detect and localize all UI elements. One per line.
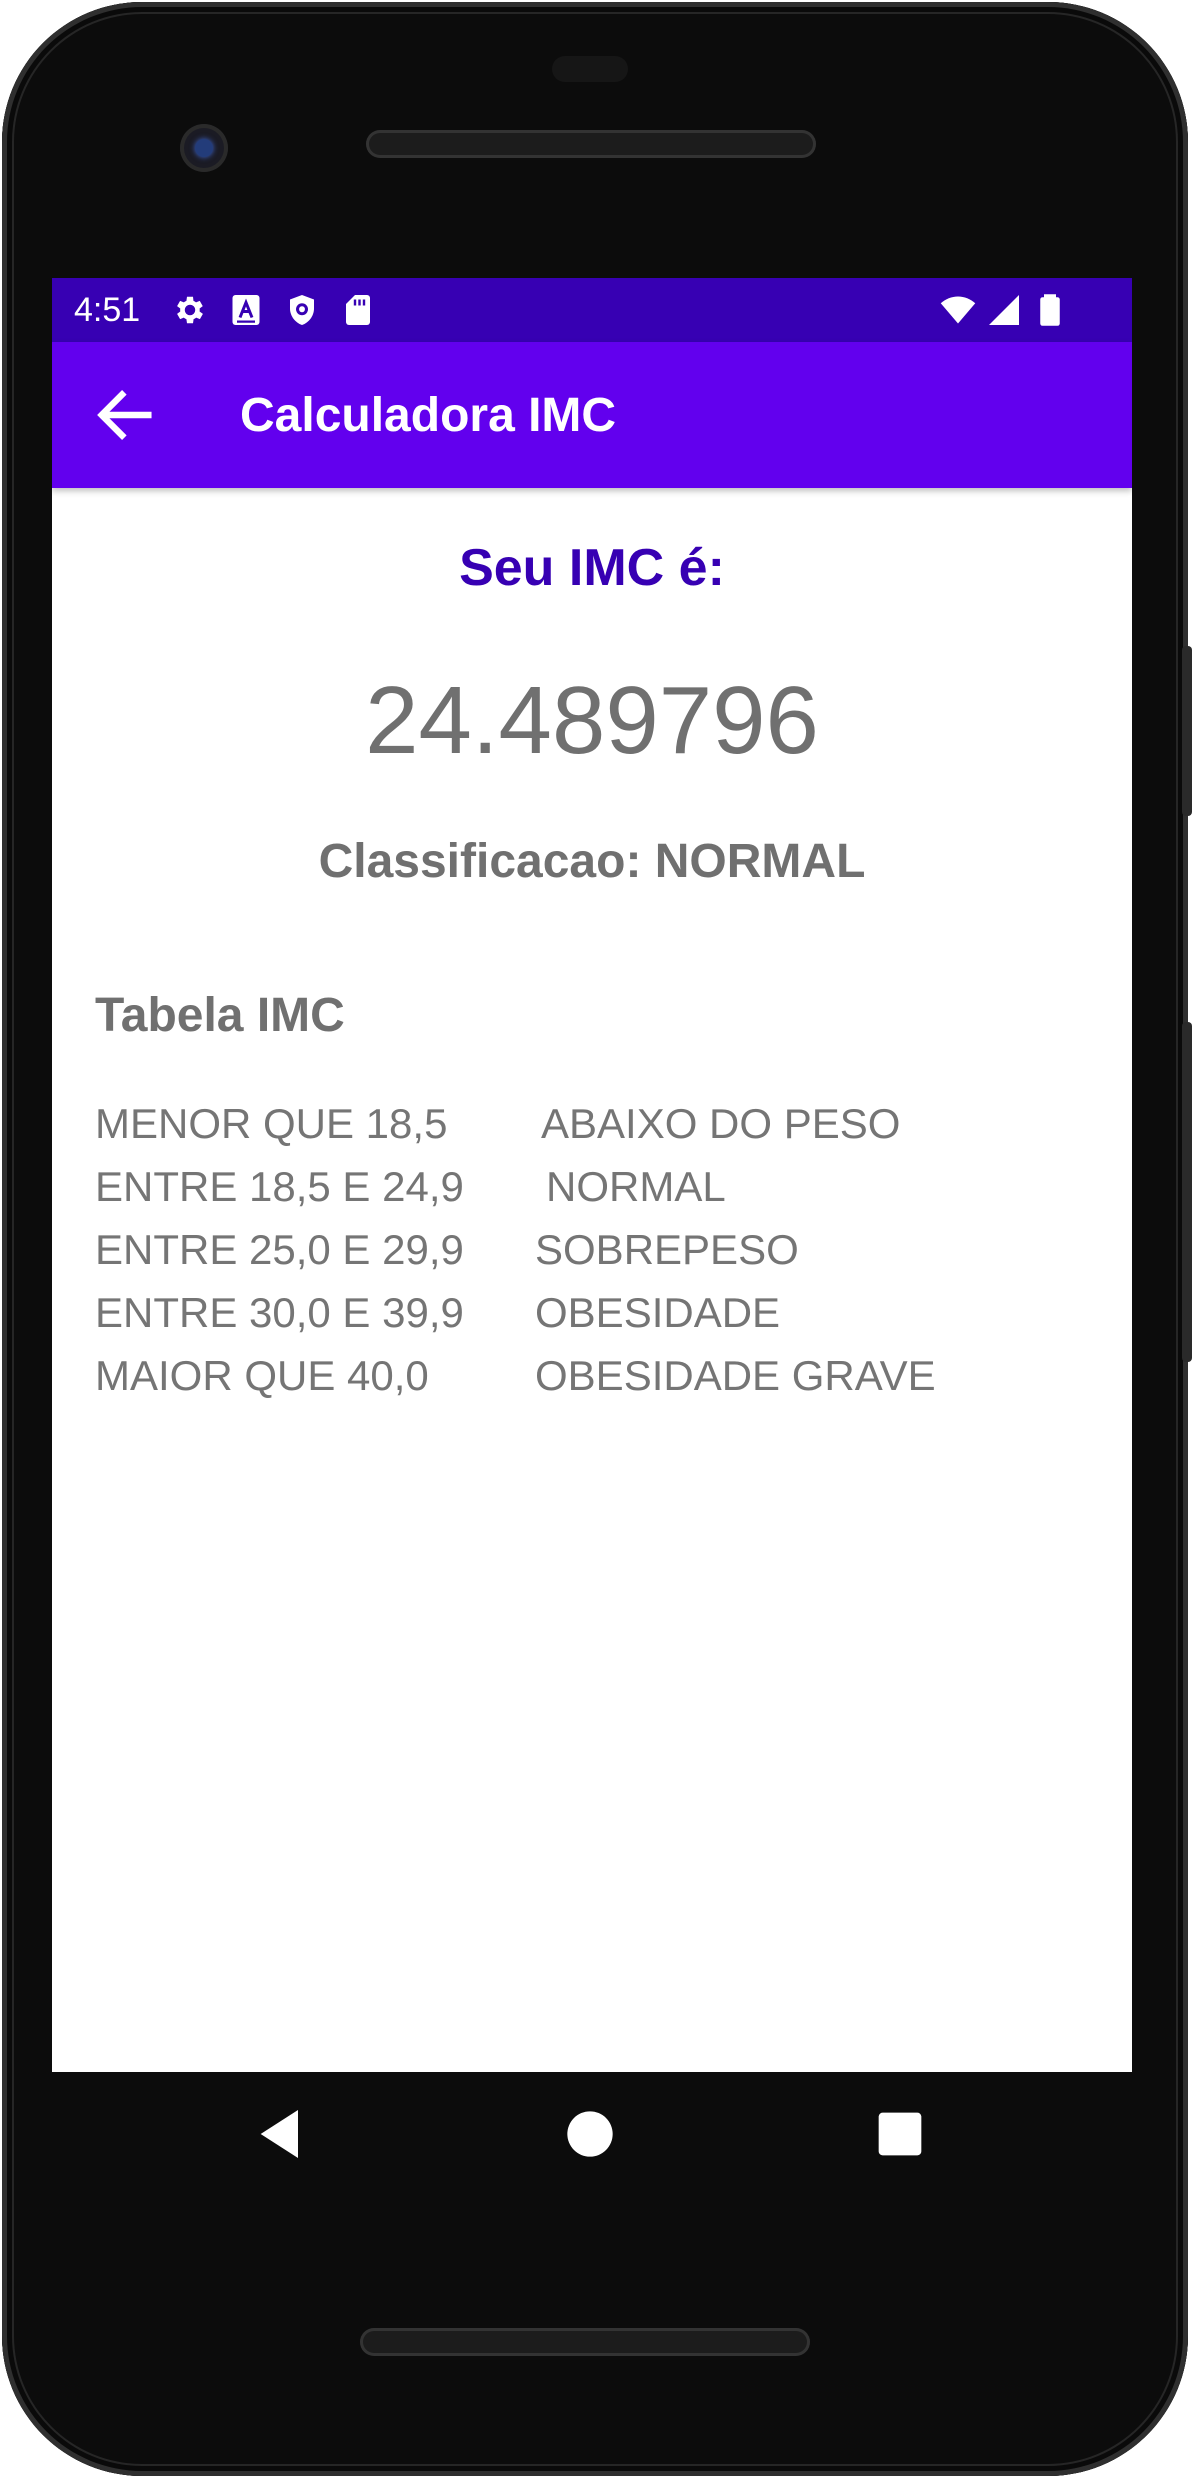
bmi-class: OBESIDADE GRAVE	[535, 1352, 936, 1399]
classification-label: Classificacao: NORMAL	[318, 835, 866, 888]
navigation-bar	[52, 2072, 1132, 2198]
bmi-class: NORMAL	[546, 1163, 726, 1210]
home-circle-icon[interactable]	[558, 2102, 622, 2166]
result-heading: Seu IMC é:	[459, 539, 725, 597]
bmi-range: ENTRE 30,0 E 39,9	[95, 1289, 464, 1336]
table-row: ENTRE 25,0 E 29,9 SOBREPESO	[95, 1226, 1095, 1289]
bmi-table: MENOR QUE 18,5 ABAIXO DO PESO ENTRE 18,5…	[95, 1100, 1095, 1415]
a-text-icon	[232, 295, 260, 325]
power-button	[1182, 646, 1192, 816]
status-time: 4:51	[74, 291, 141, 329]
bottom-speaker	[360, 2328, 810, 2356]
bmi-range: MENOR QUE 18,5	[95, 1100, 448, 1147]
bmi-range: ENTRE 18,5 E 24,9	[95, 1163, 464, 1210]
bmi-value: 24.489796	[365, 667, 819, 774]
screen: 4:51 Calculadora IMC Seu IMC é: 24.48979…	[52, 278, 1132, 2072]
app-bar: Calculadora IMC	[52, 342, 1132, 488]
front-camera	[180, 124, 228, 172]
app-title: Calculadora IMC	[240, 389, 617, 442]
gear-icon	[177, 296, 203, 324]
bmi-class: OBESIDADE	[535, 1289, 781, 1336]
bmi-class: ABAIXO DO PESO	[541, 1100, 901, 1147]
top-slot	[552, 56, 628, 82]
recents-square-icon[interactable]	[868, 2102, 932, 2166]
bmi-range: ENTRE 25,0 E 29,9	[95, 1226, 464, 1273]
table-heading: Tabela IMC	[95, 989, 345, 1042]
table-row: MAIOR QUE 40,0 OBESIDADE GRAVE	[95, 1352, 1095, 1415]
table-row: ENTRE 30,0 E 39,9 OBESIDADE	[95, 1289, 1095, 1352]
battery-icon	[1040, 294, 1060, 326]
sd-card-icon	[346, 295, 370, 325]
earpiece-speaker	[366, 130, 816, 158]
phone-frame: 4:51 Calculadora IMC Seu IMC é: 24.48979…	[0, 0, 1194, 2480]
table-row: ENTRE 18,5 E 24,9 NORMAL	[95, 1163, 1095, 1226]
bmi-range: MAIOR QUE 40,0	[95, 1352, 429, 1399]
volume-button	[1182, 1022, 1192, 1362]
arrow-back-icon[interactable]	[90, 380, 160, 450]
table-row: MENOR QUE 18,5 ABAIXO DO PESO	[95, 1100, 1095, 1163]
status-bar: 4:51	[52, 278, 1132, 342]
shield-icon	[290, 295, 314, 325]
bmi-class: SOBREPESO	[535, 1226, 799, 1273]
back-triangle-icon[interactable]	[250, 2102, 314, 2166]
signal-icon	[989, 295, 1019, 325]
wifi-icon	[940, 296, 976, 324]
